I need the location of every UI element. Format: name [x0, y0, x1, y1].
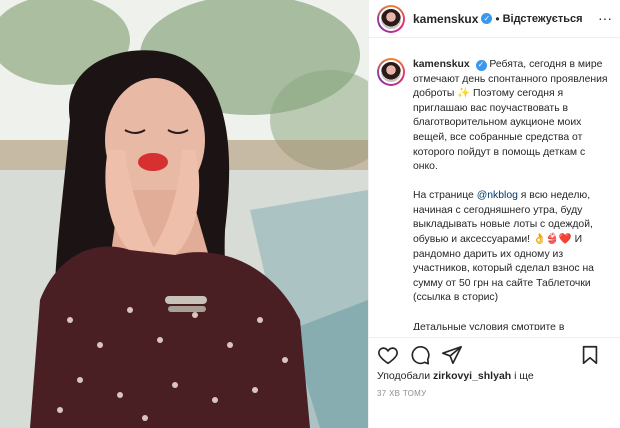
post-photo[interactable]: [0, 0, 368, 428]
post-header: kamenskux ✓ • Відстежується ···: [369, 0, 620, 38]
username[interactable]: kamenskux: [413, 12, 478, 26]
caption-verified-icon: ✓: [475, 59, 487, 71]
avatar[interactable]: [377, 4, 405, 33]
action-bar: [369, 337, 620, 371]
likes-line: Уподобали zirkovyi_shlyah і ще: [377, 370, 534, 382]
likes-suffix[interactable]: і ще: [511, 370, 534, 382]
photo-illustration: [0, 0, 368, 428]
liker-username[interactable]: zirkovyi_shlyah: [433, 370, 511, 382]
following-button[interactable]: Відстежується: [503, 13, 583, 25]
caption: kamenskux ✓ Ребята, сегодня в мире отмеч…: [377, 58, 613, 330]
more-options-icon[interactable]: ···: [598, 10, 612, 26]
bookmark-icon[interactable]: [579, 344, 601, 366]
caption-paragraph-2-rest: я всю неделю, начиная с сегодняшнего утр…: [413, 190, 594, 304]
caption-text: kamenskux ✓ Ребята, сегодня в мире отмеч…: [413, 58, 609, 330]
caption-paragraph-1: Ребята, сегодня в мире отмечают день спо…: [413, 59, 608, 173]
share-icon[interactable]: [441, 344, 463, 366]
caption-paragraph-3: Детальные условия смотрите в: [413, 321, 565, 331]
caption-paragraph-2-start: На странице: [413, 190, 477, 202]
mention-link[interactable]: @nkblog: [477, 190, 518, 201]
instagram-post: kamenskux ✓ • Відстежується ··· kamensku…: [0, 0, 620, 428]
post-timestamp[interactable]: 37 ХВ ТОМУ: [377, 389, 427, 398]
heart-icon[interactable]: [377, 344, 399, 366]
caption-avatar[interactable]: [377, 58, 405, 86]
post-side-panel: kamenskux ✓ • Відстежується ··· kamensku…: [368, 0, 620, 428]
separator-dot: •: [495, 11, 500, 26]
comment-icon[interactable]: [409, 344, 431, 366]
likes-prefix: Уподобали: [377, 370, 433, 382]
caption-username[interactable]: kamenskux: [413, 59, 470, 70]
verified-icon: ✓: [481, 13, 493, 24]
